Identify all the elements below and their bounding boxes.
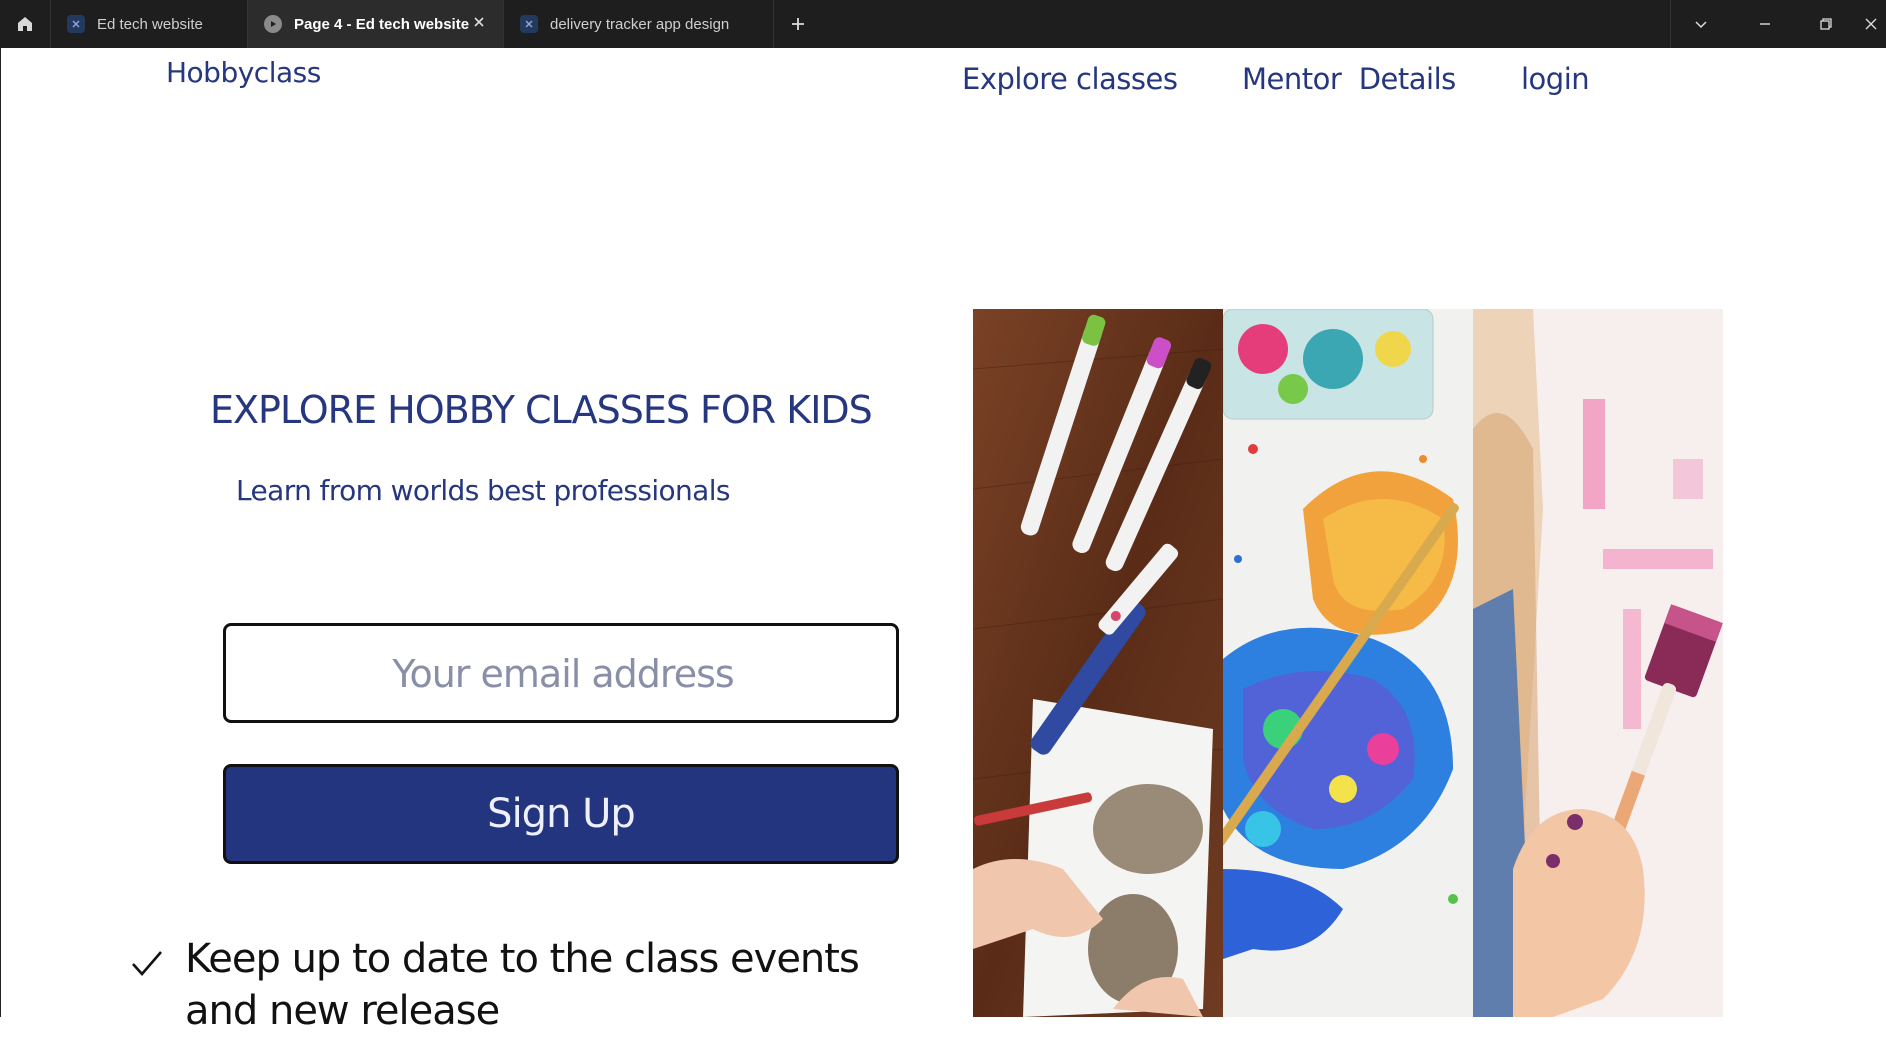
chevron-down-icon xyxy=(1695,21,1707,29)
hero-subheadline: Learn from worlds best professionals xyxy=(236,474,731,507)
nav-explore-classes[interactable]: Explore classes xyxy=(962,62,1178,96)
window-border xyxy=(0,48,1,1017)
tab-label: Ed tech website xyxy=(97,15,203,33)
tab-delivery-tracker-app-design[interactable]: delivery tracker app design xyxy=(504,0,774,48)
tab-label: delivery tracker app design xyxy=(550,15,730,33)
restore-button[interactable] xyxy=(1796,0,1856,48)
markers-photo xyxy=(973,309,1223,1017)
figma-file-icon xyxy=(520,15,538,33)
close-tab-icon[interactable] xyxy=(471,14,487,30)
plus-icon xyxy=(792,18,804,30)
home-button[interactable] xyxy=(0,0,51,48)
browser-titlebar: Ed tech website Page 4 - Ed tech website… xyxy=(0,0,1886,48)
checkmark-icon xyxy=(132,951,162,976)
child-with-brush-photo xyxy=(1473,309,1723,1017)
email-input[interactable] xyxy=(226,626,900,722)
nav-login[interactable]: login xyxy=(1521,62,1590,96)
hero-collage-image xyxy=(973,309,1723,1017)
minimize-icon xyxy=(1760,23,1770,25)
nav-mentor-details[interactable]: Mentor Details xyxy=(1242,62,1456,96)
email-field-container xyxy=(223,623,900,723)
new-tab-button[interactable] xyxy=(786,12,810,36)
paint-splatter-photo xyxy=(1223,309,1473,1017)
tab-ed-tech-website[interactable]: Ed tech website xyxy=(51,0,248,48)
brand-logo[interactable]: Hobbyclass xyxy=(166,56,321,89)
close-icon xyxy=(1865,18,1877,30)
restore-icon xyxy=(1820,18,1832,30)
figma-file-icon xyxy=(67,15,85,33)
tab-list-dropdown-button[interactable] xyxy=(1671,0,1731,48)
feature-text: Keep up to date to the class events and … xyxy=(185,936,860,1034)
tab-page-4-ed-tech-website[interactable]: Page 4 - Ed tech website xyxy=(248,0,504,48)
hero-headline: EXPLORE HOBBY CLASSES FOR KIDS xyxy=(210,388,873,432)
tab-label: Page 4 - Ed tech website xyxy=(294,15,470,33)
prototype-play-icon xyxy=(264,15,282,33)
home-icon xyxy=(18,17,32,31)
minimize-button[interactable] xyxy=(1735,0,1795,48)
sign-up-button[interactable]: Sign Up xyxy=(223,764,899,864)
close-window-button[interactable] xyxy=(1856,0,1886,48)
